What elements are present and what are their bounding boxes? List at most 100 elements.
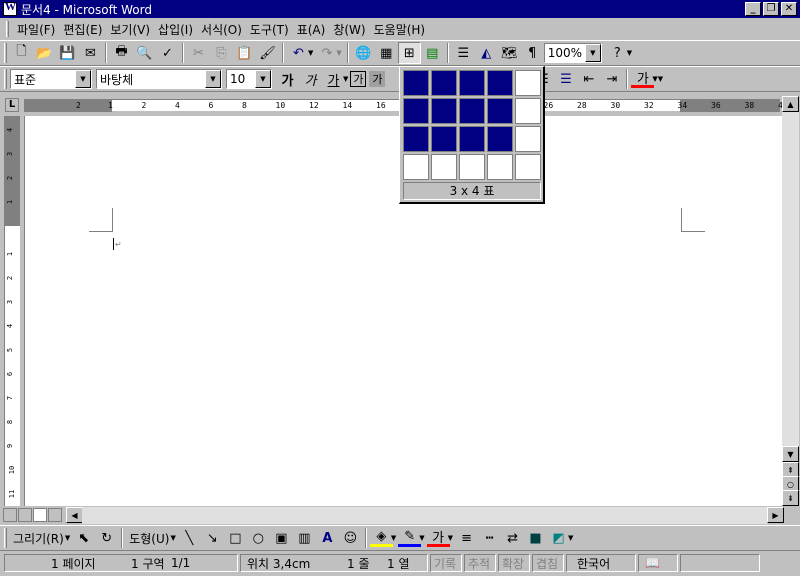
format-options-icon[interactable]: ▼ xyxy=(658,75,663,83)
table-grid-cell[interactable] xyxy=(515,126,541,152)
show-hide-icon[interactable]: ¶ xyxy=(521,42,544,64)
menu-file[interactable]: 파일(F) xyxy=(13,21,59,38)
line-style-icon[interactable]: ≡ xyxy=(455,527,478,549)
draw-font-color-button[interactable]: 가 xyxy=(426,529,450,547)
drawing-icon[interactable]: ◭ xyxy=(475,42,498,64)
menu-insert[interactable]: 삽입(I) xyxy=(154,21,197,38)
format-painter-icon[interactable]: 🖌 xyxy=(256,42,279,64)
free-rotate-icon[interactable]: ↻ xyxy=(95,527,118,549)
insert-table-icon[interactable]: ⊞ xyxy=(397,42,421,64)
vertical-scrollbar[interactable]: ▲ ▼ ⇞ ○ ⇟ xyxy=(782,96,799,506)
font-color-button[interactable]: 가 xyxy=(631,70,655,88)
table-grid-cell[interactable] xyxy=(459,126,485,152)
print-preview-icon[interactable]: 🔍 xyxy=(133,42,156,64)
restore-button[interactable]: ❐ xyxy=(763,2,779,16)
rectangle-icon[interactable]: □ xyxy=(224,527,247,549)
shadow-icon[interactable]: ■ xyxy=(524,527,547,549)
decrease-indent-icon[interactable]: ⇤ xyxy=(577,68,600,90)
table-grid-cell[interactable] xyxy=(487,126,513,152)
redo-icon[interactable]: ↷ xyxy=(315,42,338,64)
draw-font-color-dropdown-icon[interactable]: ▼ xyxy=(448,534,453,542)
undo-icon[interactable]: ↶ xyxy=(287,42,310,64)
cut-icon[interactable]: ✂ xyxy=(187,42,210,64)
status-language[interactable]: 한국어 xyxy=(566,554,636,572)
menu-format[interactable]: 서식(O) xyxy=(197,21,246,38)
underline-dropdown-icon[interactable]: ▼ xyxy=(343,75,348,83)
document-map-icon[interactable]: 🗺 xyxy=(498,42,521,64)
clip-art-icon[interactable]: ☺ xyxy=(339,527,362,549)
mail-icon[interactable]: ✉ xyxy=(79,42,102,64)
spelling-icon[interactable]: ✓ xyxy=(156,42,179,64)
menu-help[interactable]: 도움말(H) xyxy=(370,21,430,38)
table-grid-cell[interactable] xyxy=(515,70,541,96)
tables-borders-icon[interactable]: ▦ xyxy=(375,42,398,64)
oval-icon[interactable]: ○ xyxy=(247,527,270,549)
font-size-dropdown-icon[interactable]: ▼ xyxy=(255,70,271,88)
vertical-ruler[interactable]: 4 3 2 1 1 2 3 4 5 6 7 8 9 10 11 xyxy=(4,116,20,506)
paste-icon[interactable]: 📋 xyxy=(233,42,256,64)
line-icon[interactable]: ╲ xyxy=(178,527,201,549)
scroll-left-icon[interactable]: ◀ xyxy=(66,507,83,523)
autoshapes-dropdown-icon[interactable]: ▼ xyxy=(170,534,175,542)
spelling-status-icon[interactable]: 📖 xyxy=(638,554,678,572)
web-layout-view-icon[interactable] xyxy=(18,508,32,522)
line-color-dropdown-icon[interactable]: ▼ xyxy=(419,534,424,542)
increase-indent-icon[interactable]: ⇥ xyxy=(600,68,623,90)
italic-button[interactable]: 가 xyxy=(299,68,322,90)
menu-tools[interactable]: 도구(T) xyxy=(246,21,293,38)
close-button[interactable]: ✕ xyxy=(781,2,797,16)
underline-button[interactable]: 가 xyxy=(322,68,345,90)
table-grid-cell[interactable] xyxy=(515,154,541,180)
arrow-style-icon[interactable]: ⇄ xyxy=(501,527,524,549)
vertical-text-box-icon[interactable]: ▥ xyxy=(293,527,316,549)
font-dropdown-icon[interactable]: ▼ xyxy=(205,70,221,88)
toolbar-grip[interactable] xyxy=(4,528,7,548)
drawing-options-icon[interactable]: ▼ xyxy=(568,534,573,542)
status-rec[interactable]: 기록 xyxy=(430,554,462,572)
outline-view-icon[interactable] xyxy=(48,508,62,522)
scroll-down-icon[interactable]: ▼ xyxy=(782,446,799,462)
line-color-icon[interactable]: ✎ xyxy=(398,529,422,547)
help-icon[interactable]: ? xyxy=(606,42,629,64)
status-trk[interactable]: 추적 xyxy=(464,554,496,572)
scroll-up-icon[interactable]: ▲ xyxy=(782,96,799,112)
autoshapes-menu-button[interactable]: 도형(U) xyxy=(126,530,172,547)
save-icon[interactable]: 💾 xyxy=(56,42,79,64)
tab-selector-icon[interactable]: L xyxy=(5,98,19,112)
scroll-right-icon[interactable]: ▶ xyxy=(767,507,784,523)
toolbar-grip[interactable] xyxy=(4,69,7,89)
table-grid-cell[interactable] xyxy=(459,70,485,96)
zoom-dropdown-icon[interactable]: ▼ xyxy=(584,44,601,62)
toolbar-options-icon[interactable]: ▼ xyxy=(627,49,632,57)
undo-dropdown-icon[interactable]: ▼ xyxy=(308,49,313,57)
table-grid-cell[interactable] xyxy=(403,70,429,96)
normal-view-icon[interactable] xyxy=(3,508,17,522)
table-grid-cell[interactable] xyxy=(487,70,513,96)
menu-edit[interactable]: 편집(E) xyxy=(59,21,106,38)
style-dropdown-icon[interactable]: ▼ xyxy=(75,70,91,88)
horizontal-scroll-track[interactable] xyxy=(82,507,768,524)
table-grid-cell[interactable] xyxy=(431,98,457,124)
draw-menu-button[interactable]: 그리기(R) xyxy=(10,530,67,547)
font-combo[interactable]: 바탕체 ▼ xyxy=(96,69,222,89)
hyperlink-icon[interactable]: 🌐 xyxy=(352,42,375,64)
char-shading-button[interactable]: 가 xyxy=(369,71,386,87)
table-grid-cell[interactable] xyxy=(431,70,457,96)
table-grid-cell[interactable] xyxy=(403,98,429,124)
toolbar-grip[interactable] xyxy=(4,43,7,63)
bold-button[interactable]: 가 xyxy=(276,68,299,90)
table-grid-cell[interactable] xyxy=(403,154,429,180)
columns-icon[interactable]: ☰ xyxy=(452,42,475,64)
menubar-grip[interactable] xyxy=(6,21,9,37)
open-folder-icon[interactable]: 📂 xyxy=(33,42,56,64)
fill-color-icon[interactable]: ◈ xyxy=(369,529,393,547)
table-grid-cell[interactable] xyxy=(487,98,513,124)
insert-excel-icon[interactable]: ▤ xyxy=(421,42,444,64)
minimize-button[interactable]: _ xyxy=(745,2,761,16)
table-grid-cell[interactable] xyxy=(459,154,485,180)
print-icon[interactable]: 🖶 xyxy=(110,42,133,64)
select-objects-icon[interactable]: ⬉ xyxy=(72,527,95,549)
menu-window[interactable]: 창(W) xyxy=(329,21,369,38)
3d-icon[interactable]: ◩ xyxy=(547,527,570,549)
arrow-icon[interactable]: ↘ xyxy=(201,527,224,549)
